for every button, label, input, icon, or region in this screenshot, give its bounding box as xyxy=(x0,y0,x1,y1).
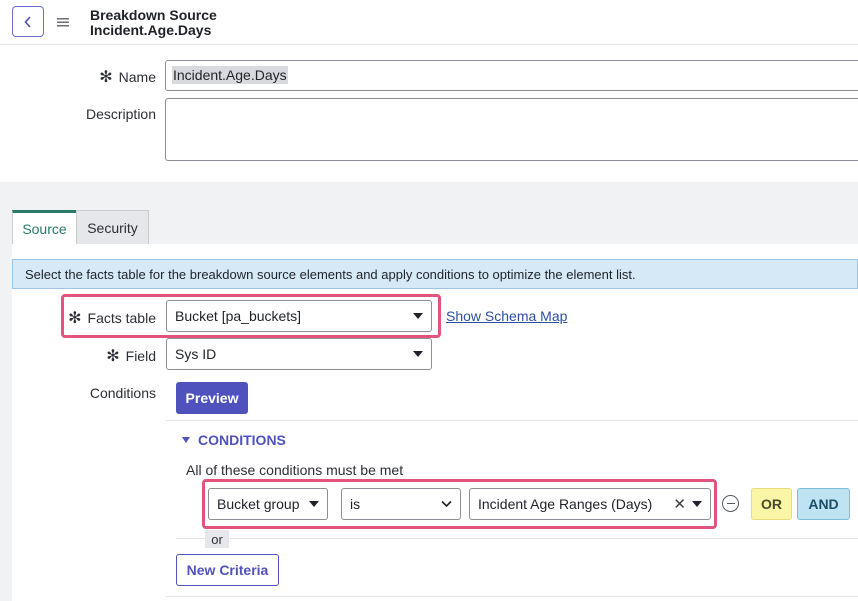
name-label-text: Name xyxy=(118,69,156,85)
name-input-value: Incident.Age.Days xyxy=(172,66,288,84)
back-button[interactable] xyxy=(12,6,44,37)
conditions-label: Conditions xyxy=(89,385,156,401)
caret-down-icon xyxy=(413,313,423,319)
field-label: ✻ Field xyxy=(60,346,156,366)
page-title-line2: Incident.Age.Days xyxy=(90,22,212,38)
or-button[interactable]: OR xyxy=(751,488,792,520)
and-button[interactable]: AND xyxy=(797,488,850,520)
conditions-collapse-toggle[interactable]: CONDITIONS xyxy=(182,432,286,448)
facts-table-value: Bucket [pa_buckets] xyxy=(175,308,302,324)
conditions-divider xyxy=(166,420,858,421)
hamburger-menu-icon[interactable] xyxy=(57,15,69,27)
description-textarea[interactable] xyxy=(165,98,858,161)
condition-value-select[interactable]: Incident Age Ranges (Days) ✕ xyxy=(469,488,711,520)
facts-table-label-text: Facts table xyxy=(87,310,156,326)
description-label: Description xyxy=(85,106,156,122)
show-schema-map-link[interactable]: Show Schema Map xyxy=(446,308,567,324)
conditions-bottom-divider xyxy=(166,596,858,597)
minus-circle-icon[interactable] xyxy=(722,495,739,512)
facts-table-select[interactable]: Bucket [pa_buckets] xyxy=(166,300,432,332)
caret-down-icon xyxy=(413,351,423,357)
condition-value: Incident Age Ranges (Days) xyxy=(478,496,653,512)
caret-down-icon xyxy=(309,501,319,507)
tab-source[interactable]: Source xyxy=(12,210,77,244)
condition-field-select[interactable]: Bucket group xyxy=(208,488,328,520)
field-value: Sys ID xyxy=(175,346,217,362)
conditions-header: CONDITIONS xyxy=(198,432,286,448)
condition-field-value: Bucket group xyxy=(217,496,300,512)
required-marker: ✻ xyxy=(68,310,82,327)
new-criteria-button[interactable]: New Criteria xyxy=(176,554,279,586)
field-label-text: Field xyxy=(125,348,156,364)
caret-down-icon xyxy=(692,501,702,507)
page-title-line1: Breakdown Source xyxy=(90,7,217,23)
preview-button[interactable]: Preview xyxy=(176,382,248,414)
condition-operator-select[interactable]: is xyxy=(341,488,461,520)
or-divider xyxy=(176,538,858,539)
required-marker: ✻ xyxy=(106,348,120,365)
chevron-down-icon xyxy=(441,500,452,508)
conditions-note: All of these conditions must be met xyxy=(186,462,404,478)
chevron-left-icon xyxy=(24,15,31,28)
field-select[interactable]: Sys ID xyxy=(166,338,432,370)
tab-security[interactable]: Security xyxy=(76,210,149,244)
clear-value-icon[interactable]: ✕ xyxy=(673,495,686,513)
info-banner: Select the facts table for the breakdown… xyxy=(12,259,858,289)
triangle-down-icon xyxy=(182,437,190,443)
required-marker: ✻ xyxy=(99,69,113,86)
page-title: Breakdown Source Incident.Age.Days xyxy=(90,8,217,38)
name-label: ✻ Name xyxy=(60,67,156,87)
or-separator-label: or xyxy=(205,530,229,548)
condition-operator-value: is xyxy=(350,496,361,512)
facts-table-label: ✻ Facts table xyxy=(60,308,156,328)
name-input[interactable]: Incident.Age.Days xyxy=(165,60,858,91)
